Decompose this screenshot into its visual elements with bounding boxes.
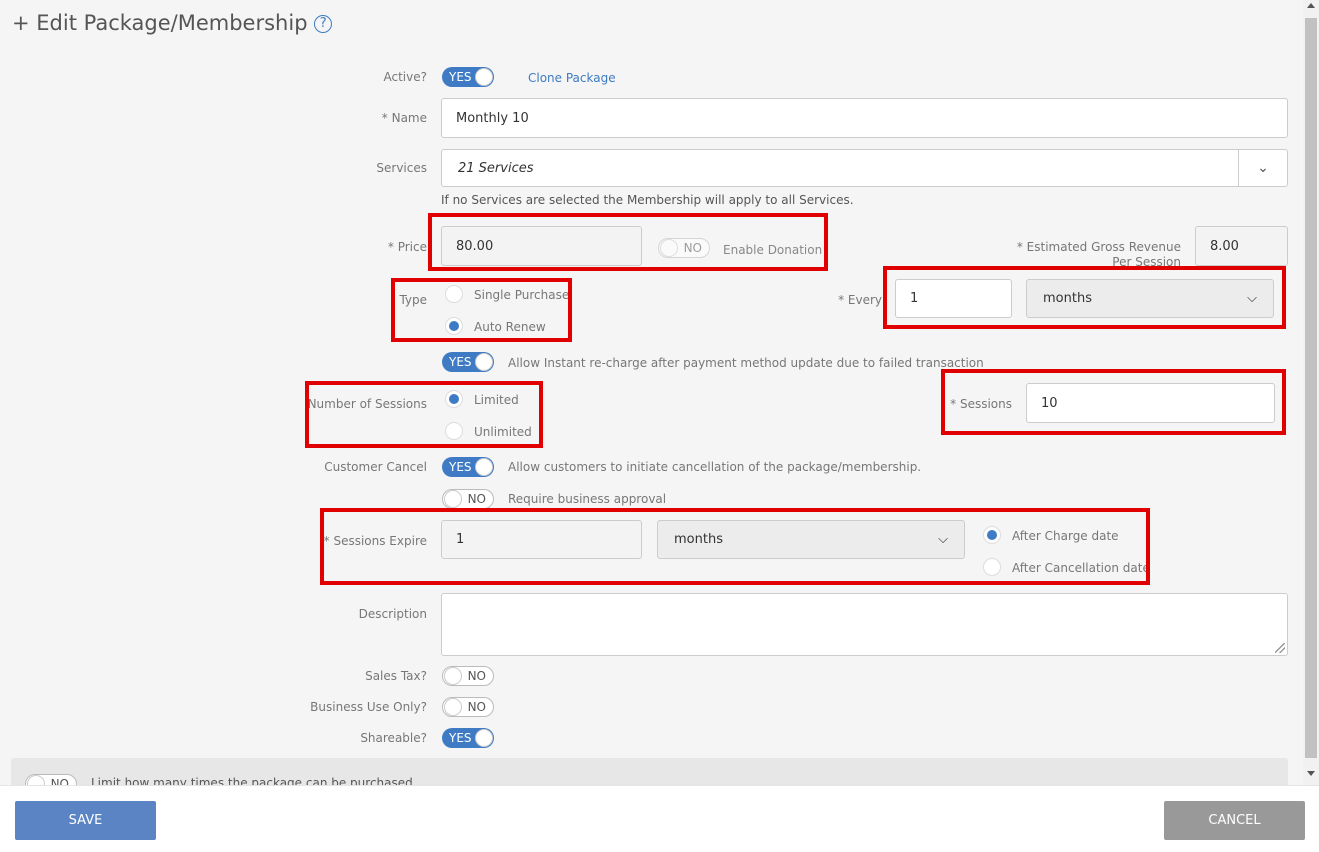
scroll-up-arrow-icon[interactable]: [1307, 3, 1315, 8]
page-title-text: + Edit Package/Membership: [12, 11, 308, 35]
scrollbar[interactable]: [1303, 0, 1319, 785]
recharge-text: Allow Instant re-charge after payment me…: [508, 356, 984, 370]
sessions-expire-unit-select[interactable]: months ⌵: [657, 520, 965, 559]
price-input[interactable]: 80.00: [441, 226, 642, 266]
double-chevron-down-icon[interactable]: ⌄︎: [1238, 150, 1287, 186]
sales-tax-toggle[interactable]: NO: [442, 666, 494, 686]
sessions-input[interactable]: 10: [1026, 383, 1275, 423]
estimated-revenue-input[interactable]: 8.00: [1195, 226, 1288, 266]
recharge-toggle[interactable]: YES: [442, 352, 494, 372]
sessions-unlimited-radio[interactable]: [445, 422, 463, 440]
description-label: Description: [358, 607, 427, 621]
expire-after-cancellation-radio[interactable]: [983, 558, 1001, 576]
expire-after-cancellation-label: After Cancellation date: [1012, 561, 1150, 575]
approval-toggle[interactable]: NO: [442, 489, 494, 509]
page-title: + Edit Package/Membership ?: [12, 11, 333, 35]
type-label: Type: [399, 293, 427, 307]
approval-text: Require business approval: [508, 492, 667, 506]
customer-cancel-toggle-label: YES: [449, 460, 472, 474]
sessions-expire-input[interactable]: 1: [441, 520, 642, 559]
every-unit-select[interactable]: months ⌵: [1026, 279, 1274, 318]
number-of-sessions-label: Number of Sessions: [307, 397, 427, 411]
recharge-toggle-label: YES: [449, 355, 472, 369]
limit-panel: NO Limit how many times the package can …: [11, 758, 1288, 785]
active-toggle-label: YES: [449, 70, 472, 84]
chevron-down-icon: ⌵: [938, 532, 948, 547]
customer-cancel-toggle[interactable]: YES: [442, 457, 494, 477]
sessions-limited-label: Limited: [474, 393, 519, 407]
every-unit-value: months: [1043, 291, 1092, 306]
clone-package-link[interactable]: Clone Package: [528, 71, 616, 85]
type-single-radio[interactable]: [445, 285, 463, 303]
expire-after-charge-label: After Charge date: [1012, 529, 1119, 543]
shareable-label: Shareable?: [360, 731, 427, 745]
every-input[interactable]: 1: [895, 279, 1012, 318]
limit-text: Limit how many times the package can be …: [91, 776, 413, 785]
resize-handle-icon[interactable]: [1275, 643, 1285, 653]
shareable-toggle[interactable]: YES: [442, 728, 494, 748]
type-autorenew-label: Auto Renew: [474, 320, 546, 334]
customer-cancel-text: Allow customers to initiate cancellation…: [508, 460, 922, 474]
services-value: 21 Services: [458, 160, 534, 176]
approval-toggle-label: NO: [467, 492, 486, 506]
business-use-label: Business Use Only?: [310, 700, 427, 714]
cancel-button[interactable]: CANCEL: [1164, 801, 1305, 840]
sessions-label: * Sessions: [950, 397, 1012, 411]
donation-toggle[interactable]: NO: [658, 238, 710, 258]
business-use-toggle-label: NO: [467, 700, 486, 714]
name-label: * Name: [381, 111, 427, 125]
scroll-down-arrow-icon[interactable]: [1307, 771, 1315, 776]
customer-cancel-label: Customer Cancel: [324, 460, 427, 474]
footer-bar: SAVE CANCEL: [0, 785, 1319, 852]
every-label: * Every: [838, 293, 882, 307]
services-label: Services: [376, 161, 427, 175]
donation-toggle-label: NO: [683, 241, 702, 255]
sessions-limited-radio[interactable]: [445, 390, 463, 408]
business-use-toggle[interactable]: NO: [442, 697, 494, 717]
limit-toggle-label: NO: [50, 777, 69, 785]
sessions-unlimited-label: Unlimited: [474, 425, 532, 439]
estimated-revenue-label: * Estimated Gross Revenue Per Session: [1016, 240, 1181, 269]
sales-tax-label: Sales Tax?: [365, 669, 427, 683]
active-toggle[interactable]: YES: [442, 67, 494, 87]
type-autorenew-radio[interactable]: [445, 317, 463, 335]
sessions-expire-unit-value: months: [674, 532, 723, 547]
expire-after-charge-radio[interactable]: [983, 526, 1001, 544]
donation-label: Enable Donation: [723, 243, 823, 257]
limit-toggle[interactable]: NO: [25, 774, 77, 785]
sessions-expire-label: * Sessions Expire: [323, 534, 427, 548]
active-label: Active?: [383, 70, 428, 84]
chevron-down-icon: ⌵: [1247, 291, 1257, 306]
sales-tax-toggle-label: NO: [467, 669, 486, 683]
services-select[interactable]: 21 Services ⌄︎: [441, 149, 1288, 187]
services-hint: If no Services are selected the Membersh…: [441, 193, 854, 207]
description-textarea[interactable]: [441, 593, 1288, 656]
type-single-label: Single Purchase: [474, 288, 570, 302]
scrollbar-thumb[interactable]: [1305, 18, 1317, 758]
help-icon[interactable]: ?: [314, 15, 333, 33]
save-button[interactable]: SAVE: [15, 801, 156, 840]
price-label: * Price: [387, 240, 427, 254]
shareable-toggle-label: YES: [449, 731, 472, 745]
name-input[interactable]: Monthly 10: [441, 98, 1288, 138]
